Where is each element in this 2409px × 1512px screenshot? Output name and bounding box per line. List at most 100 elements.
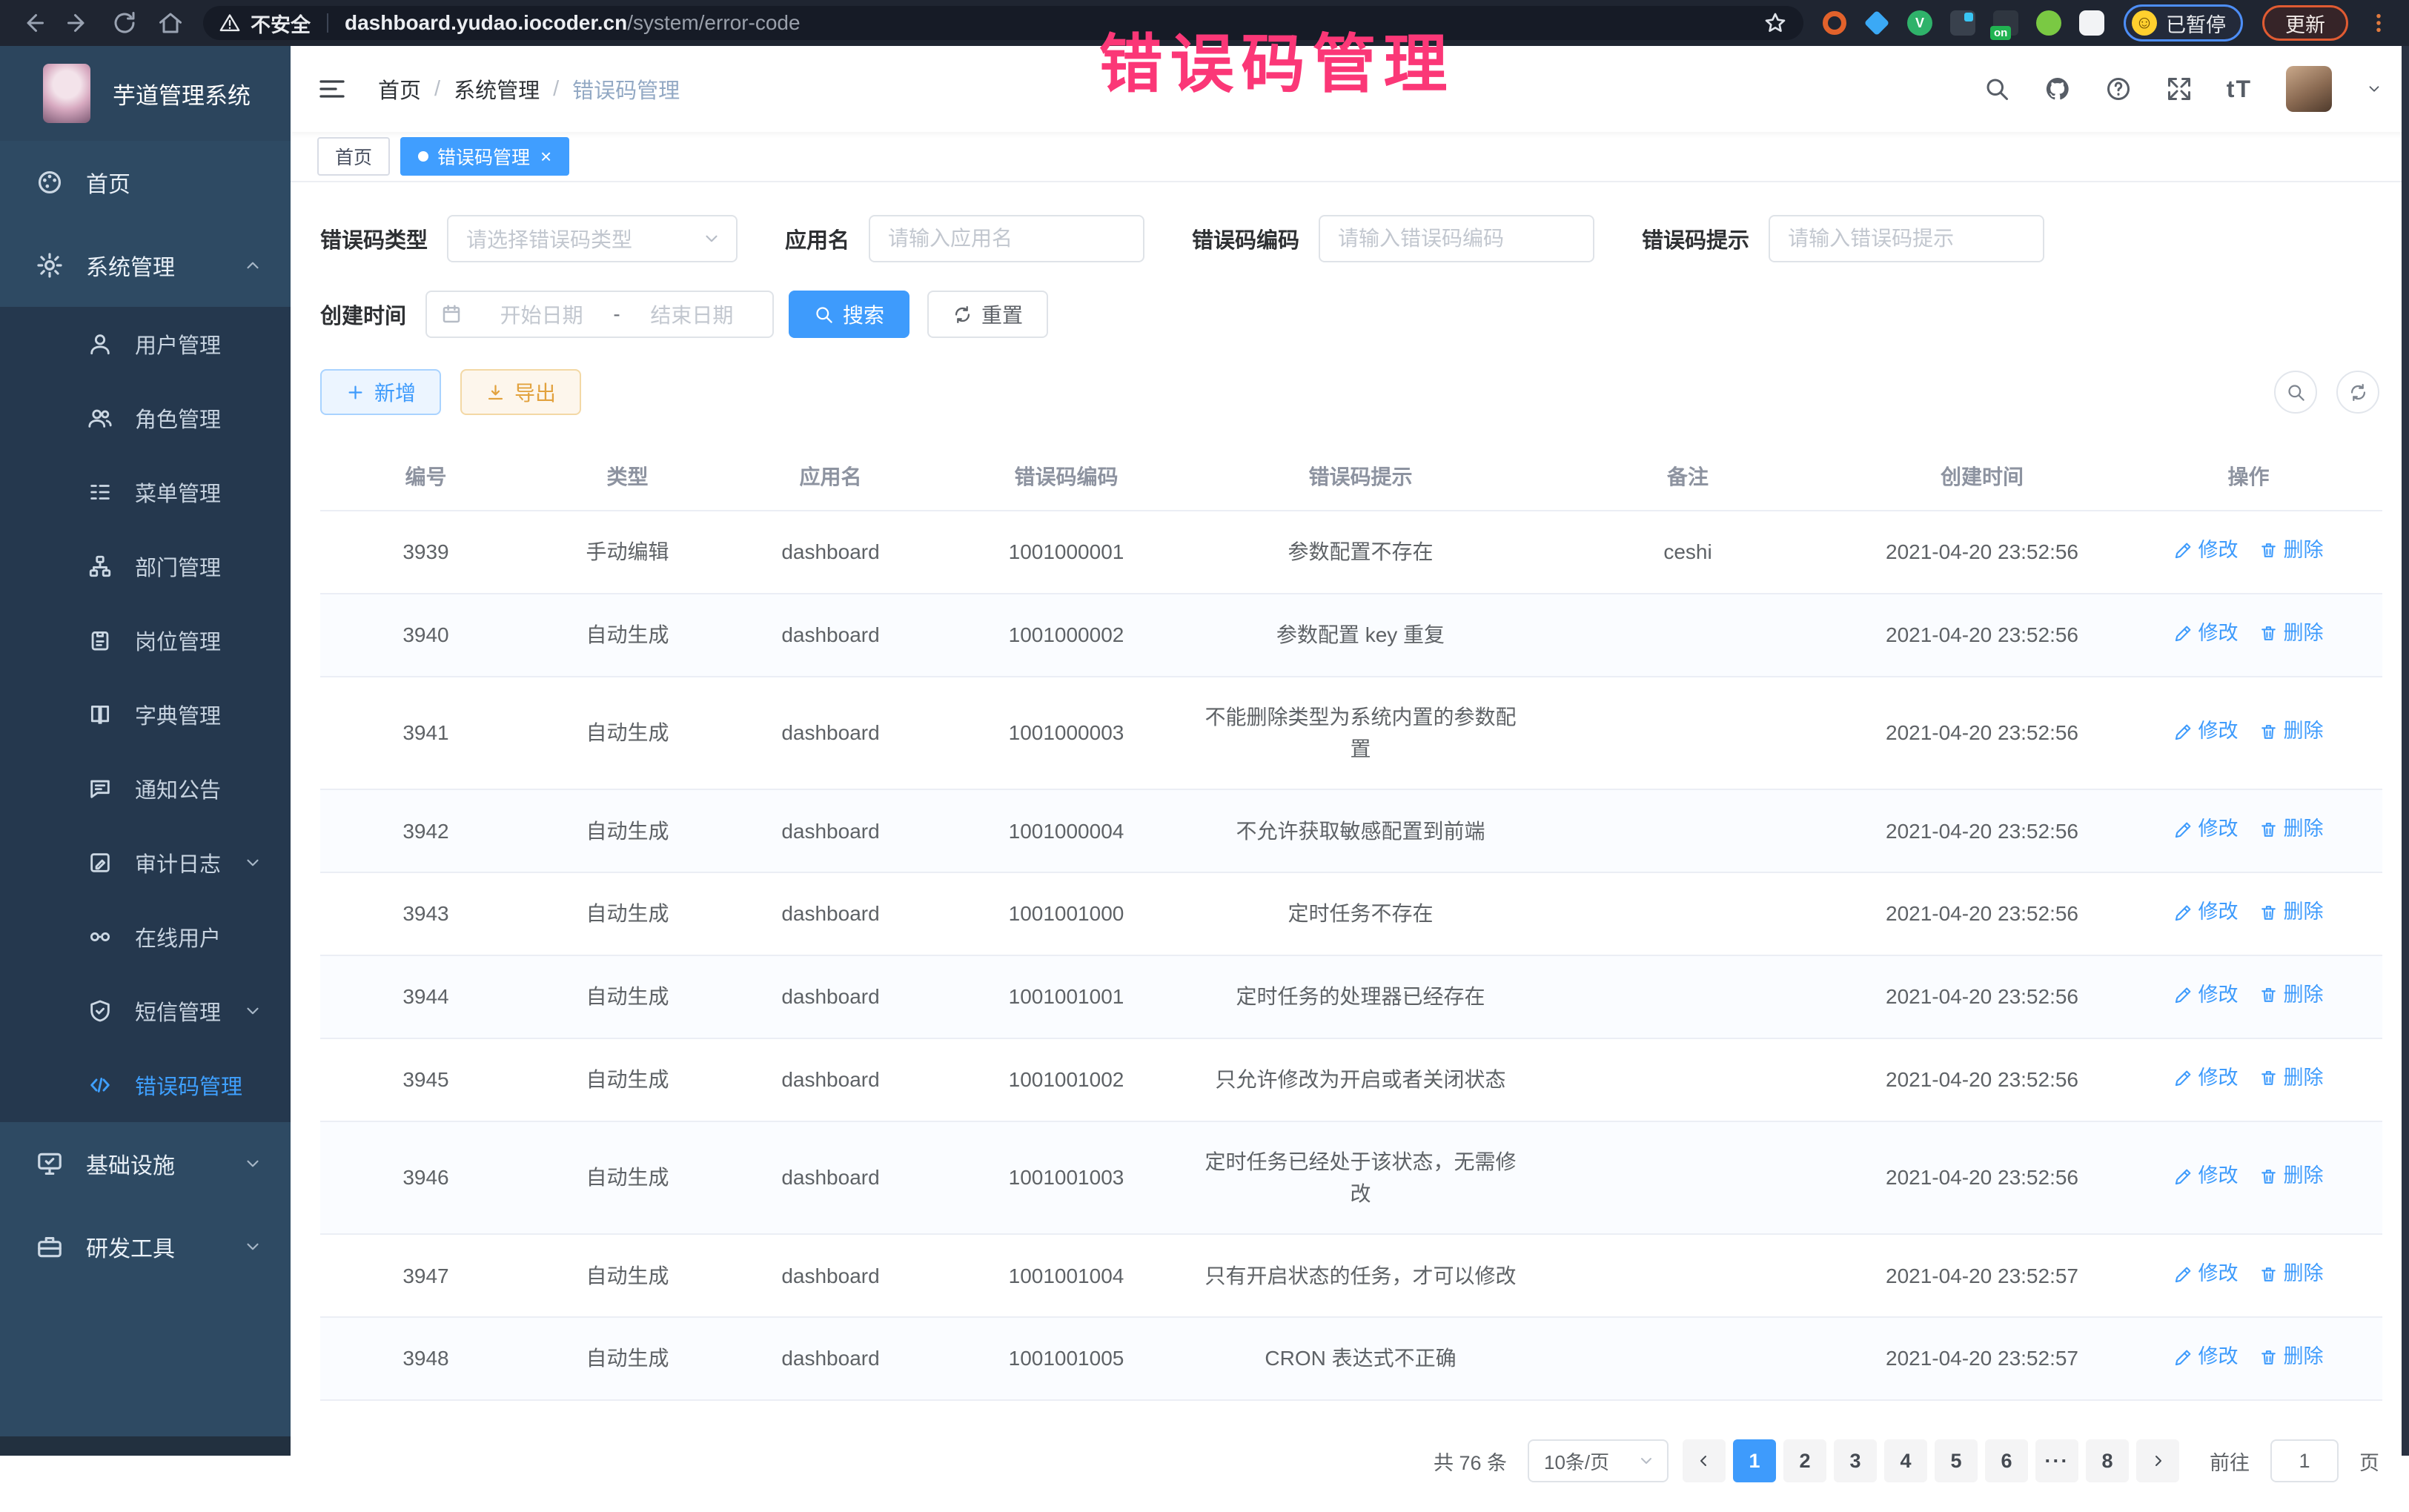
page-button-4[interactable]: 4: [1884, 1439, 1927, 1482]
user-avatar[interactable]: [2286, 66, 2332, 112]
sidebar-item-system[interactable]: 系统管理: [0, 224, 291, 307]
gem-extension-icon[interactable]: [1864, 10, 1890, 36]
sidebar-item-notice[interactable]: 通知公告: [0, 752, 291, 826]
page-button-8[interactable]: 8: [2086, 1439, 2129, 1482]
help-icon[interactable]: [2105, 76, 2132, 102]
cell-id: 3943: [320, 872, 531, 955]
column-header: 错误码编码: [938, 442, 1195, 511]
edit-link[interactable]: 修改: [2174, 1161, 2239, 1192]
code-input[interactable]: [1319, 215, 1594, 262]
sidebar-item-home[interactable]: 首页: [0, 141, 291, 224]
chevron-down-icon[interactable]: [2366, 81, 2382, 97]
export-button[interactable]: 导出: [460, 369, 581, 415]
bookmark-star-icon[interactable]: [1763, 11, 1787, 35]
edit-link[interactable]: 修改: [2174, 980, 2239, 1011]
edit-link[interactable]: 修改: [2174, 535, 2239, 566]
page-button-5[interactable]: 5: [1935, 1439, 1978, 1482]
delete-link[interactable]: 删除: [2259, 618, 2324, 649]
sidebar-item-infra[interactable]: 基础设施: [0, 1122, 291, 1205]
delete-link[interactable]: 删除: [2259, 716, 2324, 747]
sidebar-item-online-user[interactable]: 在线用户: [0, 900, 291, 974]
delete-link[interactable]: 删除: [2259, 1063, 2324, 1094]
key-extension-icon[interactable]: [2036, 10, 2061, 36]
tab-home[interactable]: 首页: [317, 137, 390, 176]
font-size-icon[interactable]: tT: [2227, 76, 2252, 103]
edit-link[interactable]: 修改: [2174, 897, 2239, 928]
window-scrollbar-edge[interactable]: [2402, 46, 2409, 1456]
hint-input[interactable]: [1769, 215, 2044, 262]
cell-type: 自动生成: [531, 872, 723, 955]
sidebar-item-devtool[interactable]: 研发工具: [0, 1205, 291, 1288]
reload-icon[interactable]: [111, 10, 138, 36]
app-logo[interactable]: 芋道管理系统: [0, 46, 291, 141]
delete-link[interactable]: 删除: [2259, 897, 2324, 928]
next-page-button[interactable]: [2136, 1439, 2179, 1482]
cell-type: 自动生成: [531, 594, 723, 677]
delete-link[interactable]: 删除: [2259, 814, 2324, 845]
home-icon[interactable]: [157, 10, 184, 36]
sidebar-item-role[interactable]: 角色管理: [0, 381, 291, 455]
search-icon[interactable]: [1984, 76, 2010, 102]
page-ellipsis[interactable]: ···: [2035, 1439, 2078, 1482]
address-bar[interactable]: 不安全 dashboard.yudao.iocoder.cn/system/er…: [203, 6, 1803, 40]
page-button-6[interactable]: 6: [1985, 1439, 2028, 1482]
sidebar-item-audit-log[interactable]: 审计日志: [0, 826, 291, 900]
browser-menu-icon[interactable]: [2367, 10, 2390, 36]
sidebar-item-menu[interactable]: 菜单管理: [0, 455, 291, 529]
ring-extension-icon[interactable]: [1823, 11, 1846, 35]
tab-error-code[interactable]: 错误码管理×: [400, 137, 569, 176]
edit-link[interactable]: 修改: [2174, 618, 2239, 649]
edit-link[interactable]: 修改: [2174, 814, 2239, 845]
app-input[interactable]: [869, 215, 1144, 262]
notice-icon: [87, 776, 113, 801]
page-button-3[interactable]: 3: [1834, 1439, 1877, 1482]
search-icon: [814, 305, 834, 325]
sidebar-item-post[interactable]: 岗位管理: [0, 603, 291, 677]
puzzle-extension-icon[interactable]: [2079, 10, 2104, 36]
paused-pill[interactable]: ☺ 已暂停: [2124, 4, 2243, 42]
delete-link[interactable]: 删除: [2259, 535, 2324, 566]
audit-icon: [87, 850, 113, 875]
fullscreen-icon[interactable]: [2166, 76, 2193, 102]
vue-devtools-icon[interactable]: V: [1907, 10, 1932, 36]
prev-page-button[interactable]: [1683, 1439, 1726, 1482]
page-size-select[interactable]: 10条/页: [1528, 1439, 1669, 1482]
edit-link[interactable]: 修改: [2174, 716, 2239, 747]
forward-icon[interactable]: [65, 10, 92, 36]
breadcrumb-item[interactable]: 系统管理: [454, 73, 540, 105]
sidebar-collapse-bar[interactable]: [0, 1436, 291, 1456]
show-search-button[interactable]: [2274, 371, 2317, 414]
page-button-1[interactable]: 1: [1733, 1439, 1776, 1482]
refresh-table-button[interactable]: [2336, 371, 2379, 414]
add-button[interactable]: 新增: [320, 369, 441, 415]
sidebar-item-dict[interactable]: 字典管理: [0, 677, 291, 752]
delete-link[interactable]: 删除: [2259, 980, 2324, 1011]
page-content: 错误码类型 请选择错误码类型 应用名 错误码编码 错误码提示 创建时间: [291, 182, 2409, 1512]
search-button[interactable]: 搜索: [789, 291, 909, 338]
table-row: 3946自动生成dashboard1001001003定时任务已经处于该状态，无…: [320, 1121, 2382, 1235]
delete-link[interactable]: 删除: [2259, 1342, 2324, 1373]
back-icon[interactable]: [19, 10, 46, 36]
github-icon[interactable]: [2044, 76, 2071, 102]
page-button-2[interactable]: 2: [1783, 1439, 1826, 1482]
grid-extension-icon[interactable]: [1950, 10, 1975, 36]
breadcrumb-item[interactable]: 首页: [378, 73, 421, 105]
sidebar-item-error-code[interactable]: 错误码管理: [0, 1048, 291, 1122]
sidebar-item-user[interactable]: 用户管理: [0, 307, 291, 381]
delete-link[interactable]: 删除: [2259, 1259, 2324, 1290]
edit-link[interactable]: 修改: [2174, 1063, 2239, 1094]
date-range-picker[interactable]: 开始日期 - 结束日期: [425, 291, 774, 338]
sidebar-item-sms[interactable]: 短信管理: [0, 974, 291, 1048]
logo-avatar-image: [43, 64, 90, 123]
update-button[interactable]: 更新: [2262, 5, 2348, 41]
close-icon[interactable]: ×: [540, 145, 551, 168]
hamburger-icon[interactable]: [317, 74, 347, 104]
goto-page-input[interactable]: [2270, 1439, 2339, 1482]
edit-link[interactable]: 修改: [2174, 1342, 2239, 1373]
type-select[interactable]: 请选择错误码类型: [447, 215, 738, 262]
sidebar-item-dept[interactable]: 部门管理: [0, 529, 291, 603]
edit-link[interactable]: 修改: [2174, 1259, 2239, 1290]
switch-on-icon[interactable]: on: [1993, 10, 2018, 36]
delete-link[interactable]: 删除: [2259, 1161, 2324, 1192]
reset-button[interactable]: 重置: [927, 291, 1048, 338]
